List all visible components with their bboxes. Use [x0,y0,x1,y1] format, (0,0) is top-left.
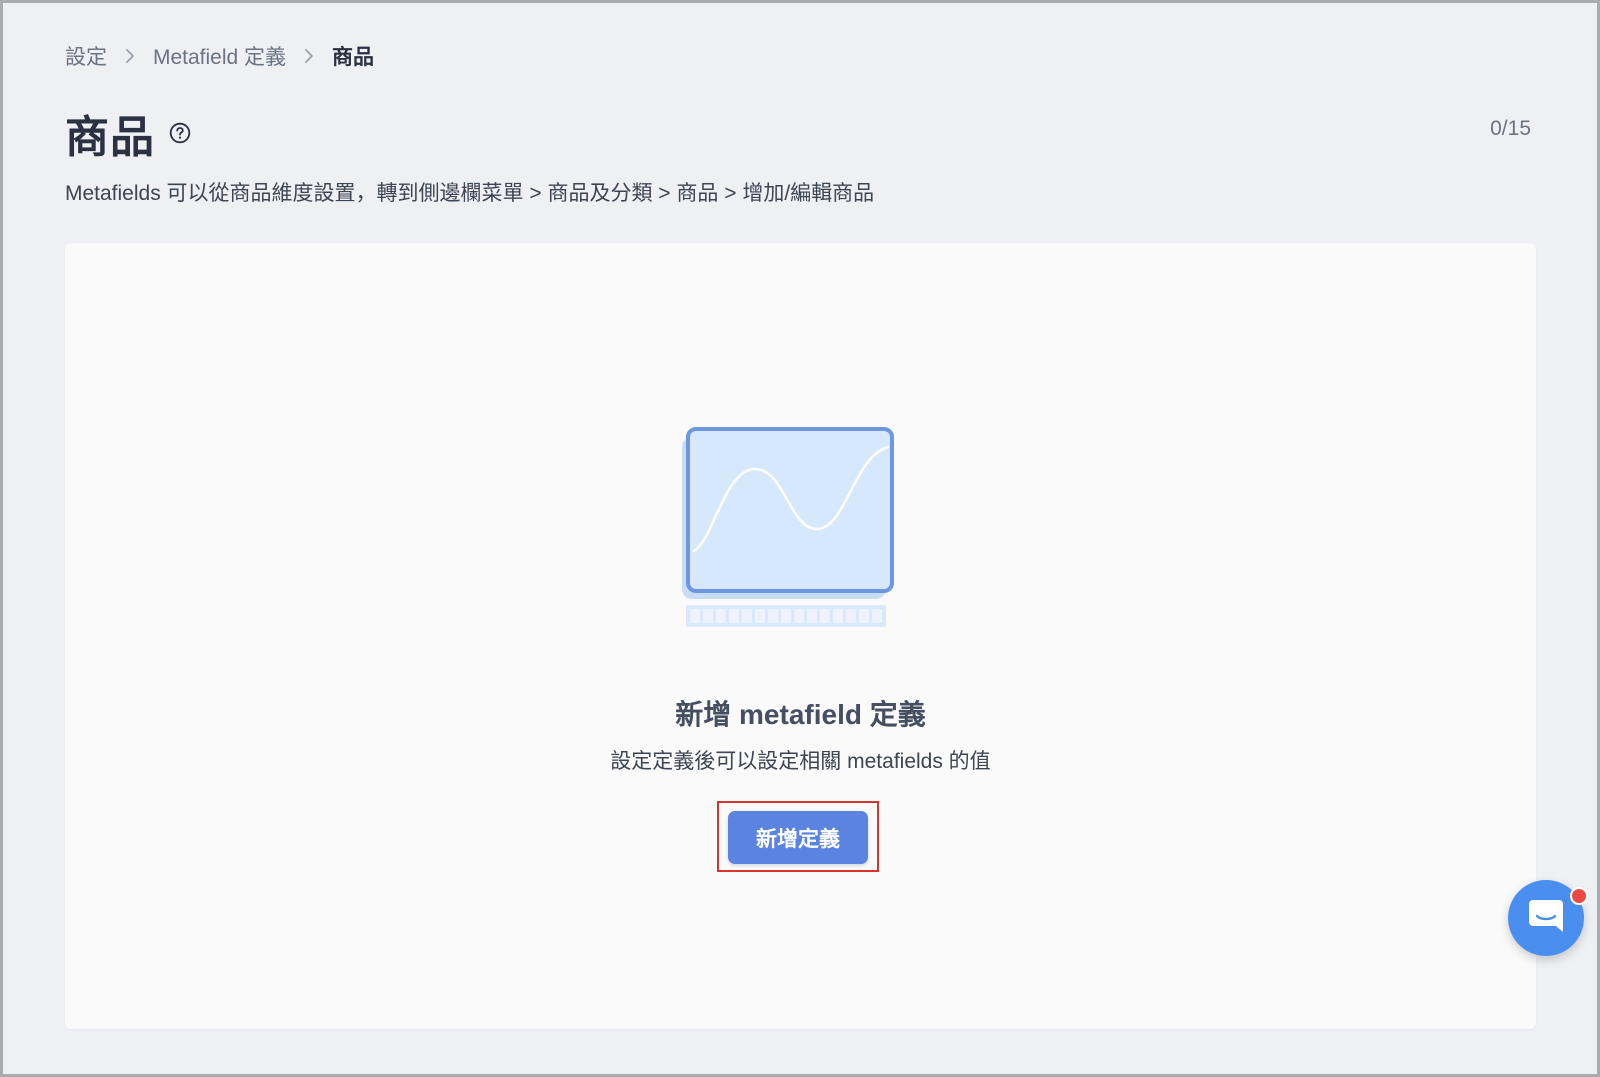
notification-dot [1570,887,1588,905]
page-title: 商品 [65,113,155,162]
breadcrumb-item-settings[interactable]: 設定 [65,41,107,71]
app-frame: 設定 Metafield 定義 商品 商品 0/15 Metafields 可以… [0,0,1600,1077]
chat-bubble-icon [1527,898,1565,939]
breadcrumb: 設定 Metafield 定義 商品 [65,41,374,71]
chevron-right-icon [125,48,135,64]
empty-state-title: 新增 metafield 定義 [675,699,926,730]
add-definition-button[interactable]: 新增定義 [728,811,868,864]
breadcrumb-item-products: 商品 [332,46,375,69]
question-circle-icon[interactable] [169,122,191,144]
empty-state-card: 新增 metafield 定義 設定定義後可以設定相關 metafields 的… [65,243,1536,1029]
page-description: Metafields 可以從商品維度設置，轉到側邊欄菜單 > 商品及分類 > 商… [65,182,875,205]
title-row: 商品 [65,101,191,165]
chevron-right-icon [304,48,314,64]
breadcrumb-item-metafield-definitions[interactable]: Metafield 定義 [153,41,286,71]
empty-chart-monitor-illustration [678,427,894,638]
empty-state-subtitle: 設定定義後可以設定相關 metafields 的值 [610,750,991,773]
definition-counter: 0/15 [1490,117,1531,140]
